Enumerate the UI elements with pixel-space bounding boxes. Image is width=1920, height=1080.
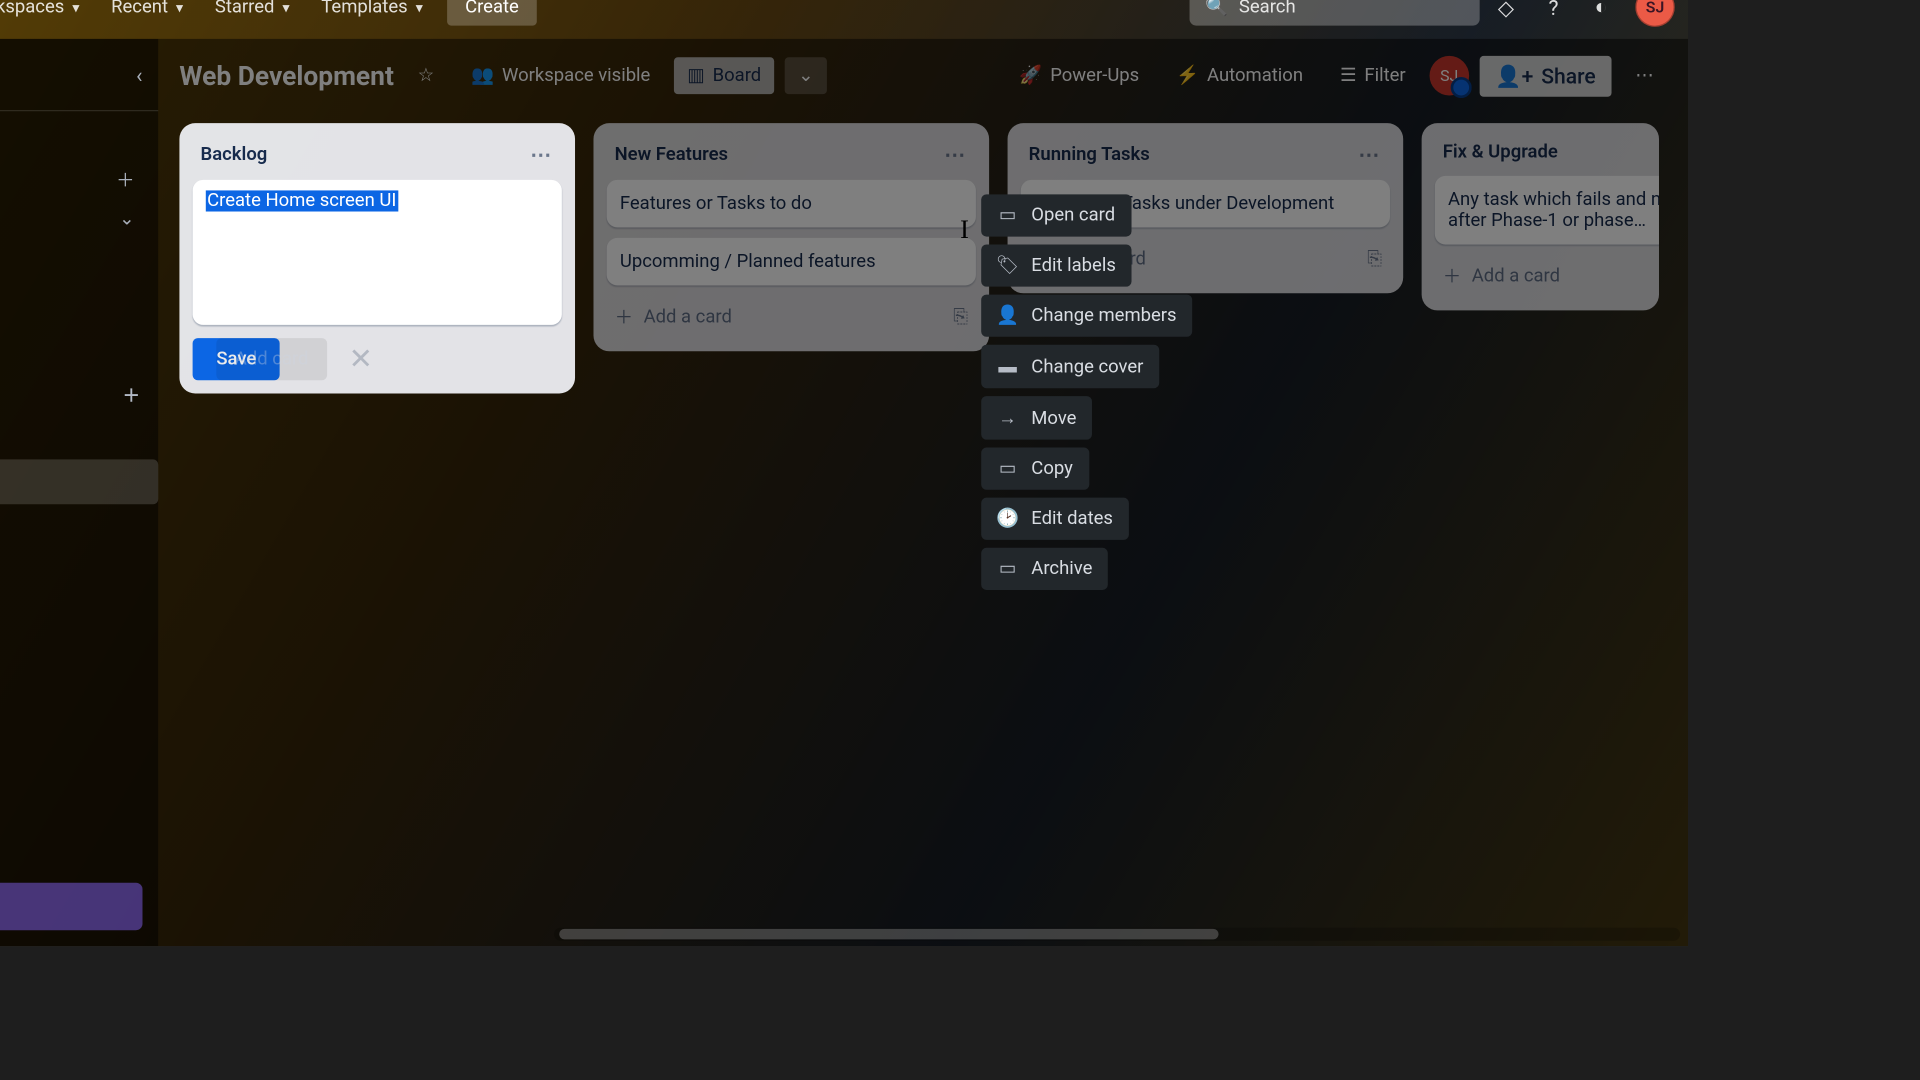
menu-copy-label: Copy: [1031, 458, 1073, 479]
menu-edit-labels[interactable]: 🏷 Edit labels: [981, 244, 1131, 286]
search-placeholder: Search: [1239, 0, 1296, 18]
create-button[interactable]: Create: [447, 0, 538, 26]
menu-cover-label: Change cover: [1031, 356, 1143, 377]
app-header: Trello Workspaces▾ Recent▾ Starred▾ Temp…: [0, 0, 1688, 39]
menu-change-members[interactable]: 👤 Change members: [981, 295, 1192, 337]
sidebar-item-settings[interactable]: ⚙Workspace settings⌄: [0, 201, 153, 238]
text-cursor-icon: I: [960, 215, 969, 245]
sidebar-board1-label: Simple Project Board: [0, 426, 1, 447]
nav-workspaces-label: Workspaces: [0, 0, 64, 18]
chevron-down-icon: ▾: [72, 0, 79, 16]
workspace-sidebar: M Marketing Free ‹ ▥Boards 👤Members＋ ⚙Wo…: [0, 39, 158, 946]
sidebar-heading-yourboards: Your boards＋: [0, 366, 158, 415]
nav-starred-label: Starred: [215, 0, 275, 18]
menu-members-label: Change members: [1031, 305, 1176, 326]
help-icon[interactable]: ?: [1532, 0, 1574, 28]
menu-change-cover[interactable]: ▬ Change cover: [981, 345, 1159, 389]
person-icon: 👤: [997, 305, 1018, 326]
sidebar-heading-views: Workspace views: [0, 248, 158, 292]
account-avatar[interactable]: SJ: [1635, 0, 1675, 27]
list-menu-icon[interactable]: ⋯: [530, 142, 554, 167]
card-quick-edit-input[interactable]: Create Home screen UI: [193, 180, 562, 325]
add-card-ghost: Add card: [216, 338, 327, 380]
menu-labels-label: Edit labels: [1031, 255, 1116, 276]
nav-templates[interactable]: Templates ▾: [308, 0, 436, 26]
menu-move-label: Move: [1031, 407, 1076, 428]
chevron-down-icon: ▾: [416, 0, 423, 16]
menu-archive[interactable]: ▭ Archive: [981, 548, 1108, 590]
list-backlog: Backlog ⋯ Create Home screen UI I Save A…: [179, 123, 575, 393]
card-context-menu: ▭Open card 🏷Edit labels 👤Change members …: [981, 194, 1192, 590]
chevron-down-icon: ⌄: [119, 209, 134, 230]
card-icon: ▭: [997, 205, 1018, 226]
list-title[interactable]: Backlog: [201, 144, 268, 165]
menu-move[interactable]: → Move: [981, 396, 1092, 440]
menu-copy[interactable]: ▭ Copy: [981, 448, 1088, 490]
sidebar-item-calendar[interactable]: 📅Calendar: [0, 329, 158, 366]
menu-open-card[interactable]: ▭ Open card: [981, 194, 1131, 236]
add-board-icon[interactable]: ＋: [123, 382, 140, 407]
archive-icon: ▭: [997, 558, 1018, 579]
theme-icon[interactable]: ◐: [1580, 0, 1622, 28]
tag-icon: 🏷: [997, 255, 1018, 276]
sidebar-item-boards[interactable]: ▥Boards: [0, 122, 153, 159]
create-label: Create: [465, 0, 519, 18]
sidebar-item-table[interactable]: ▤Table: [0, 292, 158, 329]
chevron-down-icon: ▾: [176, 0, 183, 16]
nav-starred[interactable]: Starred ▾: [202, 0, 303, 26]
nav-templates-label: Templates: [321, 0, 407, 18]
cover-icon: ▬: [997, 355, 1018, 377]
copy-icon: ▭: [997, 458, 1018, 479]
search-icon: 🔍: [1205, 0, 1228, 18]
nav-recent-label: Recent: [111, 0, 168, 18]
arrow-right-icon: →: [997, 407, 1018, 429]
premium-cta[interactable]: ⚡Try Premium free: [0, 883, 142, 930]
menu-dates-label: Edit dates: [1031, 508, 1113, 529]
sidebar-board-webdev[interactable]: Web Development: [0, 459, 158, 504]
nav-workspaces[interactable]: Workspaces ▾: [0, 0, 93, 26]
close-icon[interactable]: ✕: [349, 343, 373, 376]
add-member-icon[interactable]: ＋: [116, 167, 134, 193]
sidebar-board-simple[interactable]: Simple Project Board: [0, 415, 158, 460]
sidebar-collapse-icon[interactable]: ‹: [136, 62, 142, 87]
menu-open-label: Open card: [1031, 205, 1115, 226]
sidebar-item-members[interactable]: 👤Members＋: [0, 159, 153, 201]
search-input[interactable]: 🔍 Search: [1190, 0, 1480, 26]
clock-icon: 🕑: [997, 508, 1018, 529]
notifications-icon[interactable]: ◇: [1485, 0, 1527, 28]
workspace-header[interactable]: M Marketing Free ‹: [0, 39, 158, 112]
menu-edit-dates[interactable]: 🕑 Edit dates: [981, 498, 1129, 540]
editor-selected-text: Create Home screen UI: [206, 190, 398, 211]
menu-archive-label: Archive: [1031, 558, 1092, 579]
chevron-down-icon: ▾: [282, 0, 289, 16]
nav-recent[interactable]: Recent ▾: [98, 0, 196, 26]
